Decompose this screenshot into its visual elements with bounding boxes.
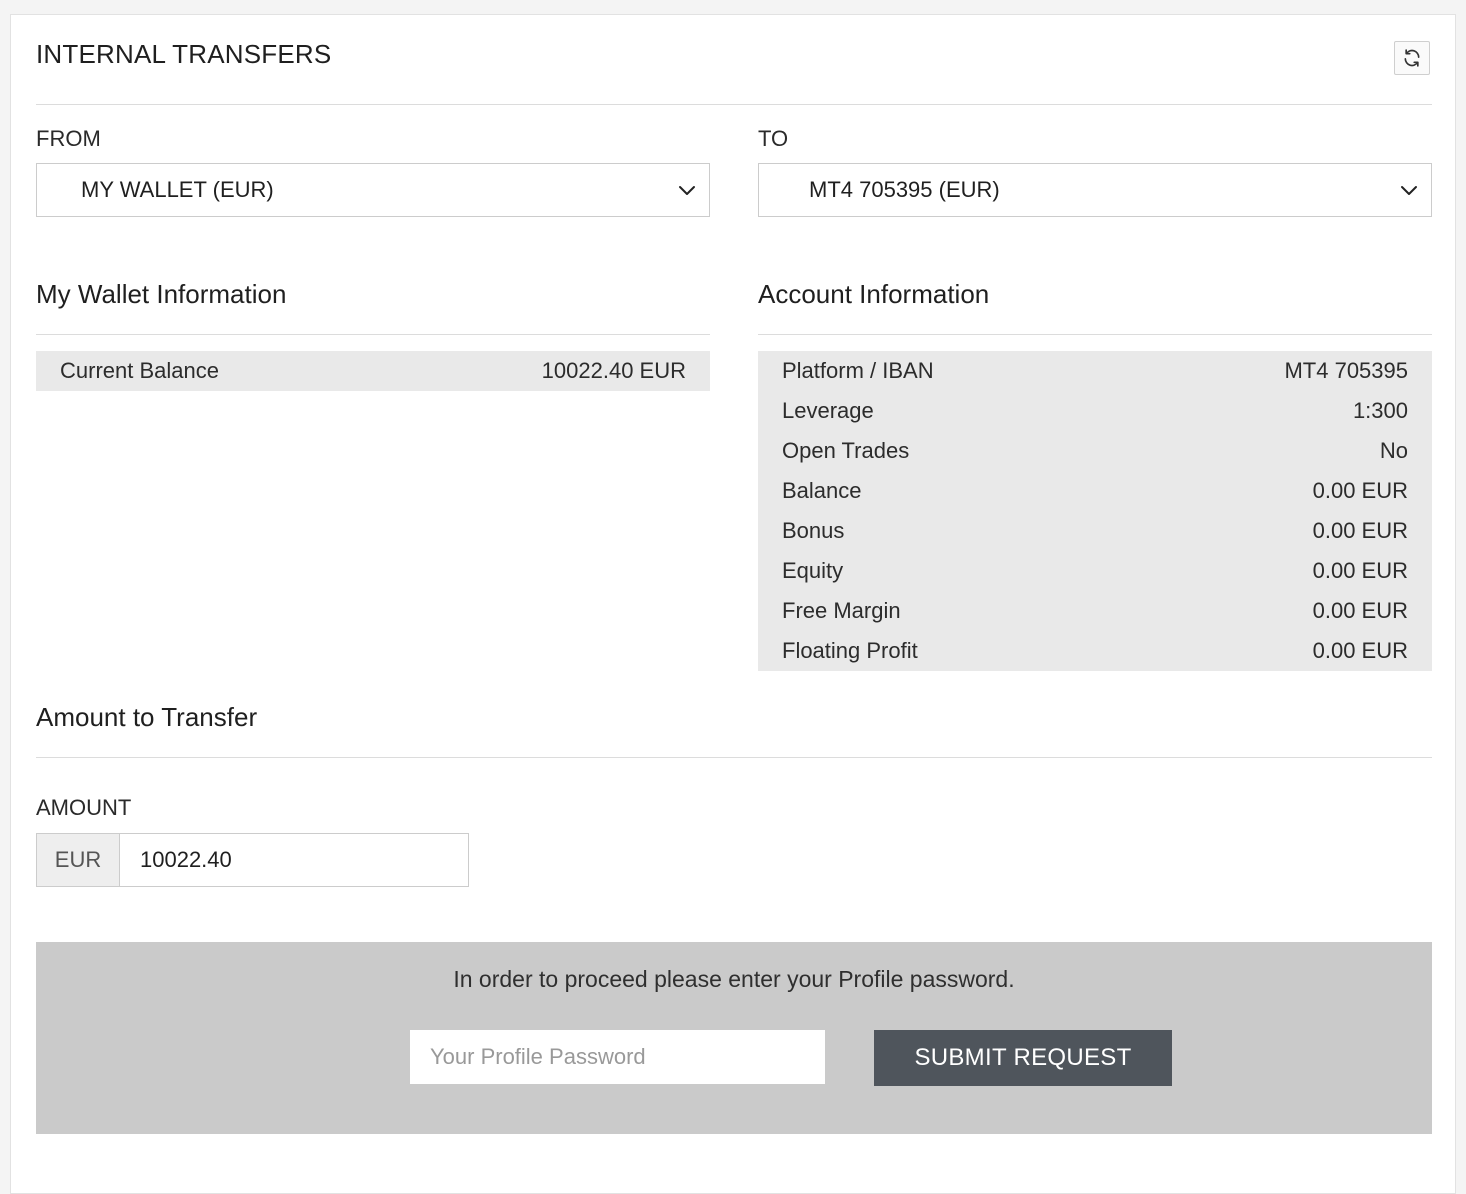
info-row-label: Free Margin bbox=[782, 598, 901, 623]
info-row-value: 1:300 bbox=[1352, 398, 1408, 423]
wallet-info-table: Current Balance 10022.40 EUR bbox=[36, 351, 710, 391]
to-label: TO bbox=[758, 126, 789, 151]
info-row-label: Current Balance bbox=[60, 358, 219, 383]
info-row-value: 10022.40 EUR bbox=[541, 358, 686, 383]
chevron-down-icon bbox=[679, 186, 695, 195]
submit-request-button[interactable]: SUBMIT REQUEST bbox=[874, 1030, 1172, 1086]
refresh-button[interactable] bbox=[1394, 41, 1430, 75]
wallet-info-divider bbox=[36, 334, 710, 335]
info-row: Leverage 1:300 bbox=[758, 391, 1432, 431]
account-info-table: Platform / IBAN MT4 705395 Leverage 1:30… bbox=[758, 351, 1432, 671]
to-select[interactable]: MT4 705395 (EUR) bbox=[758, 163, 1432, 217]
refresh-icon bbox=[1404, 49, 1420, 67]
amount-section-divider bbox=[36, 757, 1432, 758]
header-divider bbox=[36, 104, 1432, 105]
info-row: Balance 0.00 EUR bbox=[758, 471, 1432, 511]
info-row-value: 0.00 EUR bbox=[1312, 558, 1408, 583]
confirm-message: In order to proceed please enter your Pr… bbox=[453, 966, 1015, 992]
info-row: Free Margin 0.00 EUR bbox=[758, 591, 1432, 631]
info-row-value: 0.00 EUR bbox=[1312, 598, 1408, 623]
info-row: Bonus 0.00 EUR bbox=[758, 511, 1432, 551]
info-row: Current Balance 10022.40 EUR bbox=[36, 351, 710, 391]
amount-label: AMOUNT bbox=[36, 795, 132, 820]
info-row-label: Open Trades bbox=[782, 438, 910, 463]
info-row: Floating Profit 0.00 EUR bbox=[758, 631, 1432, 671]
info-row-value: 0.00 EUR bbox=[1312, 518, 1408, 543]
password-confirm-box: In order to proceed please enter your Pr… bbox=[36, 942, 1432, 1134]
info-row-label: Leverage bbox=[782, 398, 874, 423]
amount-section-title: Amount to Transfer bbox=[36, 702, 258, 732]
info-row: Open Trades No bbox=[758, 431, 1432, 471]
amount-input-group: EUR bbox=[36, 833, 469, 887]
info-row-value: MT4 705395 bbox=[1284, 358, 1408, 383]
chevron-down-icon bbox=[1401, 186, 1417, 195]
info-row-label: Equity bbox=[782, 558, 844, 583]
info-row: Equity 0.00 EUR bbox=[758, 551, 1432, 591]
from-label: FROM bbox=[36, 126, 101, 151]
from-select-value: MY WALLET (EUR) bbox=[81, 177, 274, 202]
profile-password-input[interactable] bbox=[410, 1030, 825, 1084]
info-row-label: Bonus bbox=[782, 518, 845, 543]
currency-addon: EUR bbox=[37, 834, 120, 886]
to-select-value: MT4 705395 (EUR) bbox=[809, 177, 1000, 202]
internal-transfers-panel: INTERNAL TRANSFERS FROM MY WALLET (EUR) … bbox=[10, 14, 1456, 1194]
info-row-label: Platform / IBAN bbox=[782, 358, 934, 383]
info-row: Platform / IBAN MT4 705395 bbox=[758, 351, 1432, 391]
info-row-value: 0.00 EUR bbox=[1312, 638, 1408, 663]
info-row-value: 0.00 EUR bbox=[1312, 478, 1408, 503]
page-title: INTERNAL TRANSFERS bbox=[36, 39, 332, 69]
info-row-label: Floating Profit bbox=[782, 638, 918, 663]
amount-input[interactable] bbox=[120, 834, 468, 886]
account-info-title: Account Information bbox=[758, 279, 990, 309]
account-info-divider bbox=[758, 334, 1432, 335]
from-select[interactable]: MY WALLET (EUR) bbox=[36, 163, 710, 217]
info-row-value: No bbox=[1379, 438, 1408, 463]
info-row-label: Balance bbox=[782, 478, 862, 503]
wallet-info-title: My Wallet Information bbox=[36, 279, 287, 309]
